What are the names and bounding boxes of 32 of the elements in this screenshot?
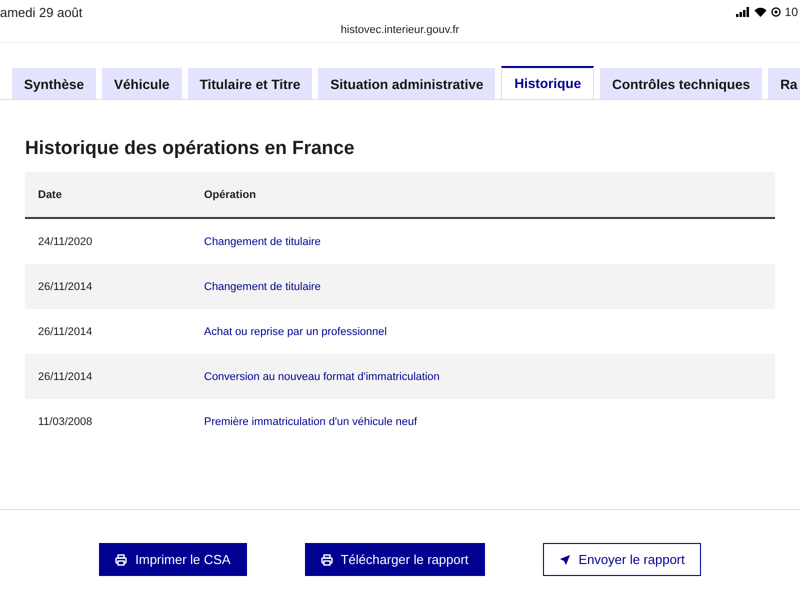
tab[interactable]: Titulaire et Titre [188, 68, 312, 99]
date-cell: 26/11/2014 [25, 354, 191, 399]
operation-cell: Changement de titulaire [191, 218, 775, 264]
send-button[interactable]: Envoyer le rapport [542, 543, 701, 576]
location-icon [770, 7, 781, 17]
operation-cell: Achat ou reprise par un professionnel [191, 309, 775, 354]
tab[interactable]: Synthèse [12, 68, 96, 99]
operation-cell: Changement de titulaire [191, 264, 775, 309]
section-title: Historique des opérations en France [25, 137, 356, 161]
url-text: histovec.interieur.gouv.fr [340, 24, 460, 36]
date-cell: 11/03/2008 [25, 399, 191, 444]
printer-icon [115, 554, 128, 566]
date-cell: 24/11/2020 [25, 218, 191, 264]
tab[interactable]: Contrôles techniques [600, 68, 762, 99]
tab[interactable]: Situation administrative [318, 68, 496, 99]
print-button[interactable]: Télécharger le rapport [304, 543, 485, 576]
operation-cell: Première immatriculation d'un véhicule neuf [191, 399, 775, 444]
column-header: Opération [191, 172, 775, 218]
wifi-icon [754, 7, 767, 17]
printer-icon [320, 554, 333, 566]
signal-icon [736, 7, 750, 17]
print-button[interactable]: Imprimer le CSA [99, 543, 247, 576]
operation-cell: Conversion au nouveau format d'immatriculation [191, 354, 775, 399]
send-icon [558, 554, 571, 566]
tab[interactable]: Historique [501, 66, 594, 99]
tab[interactable]: Véhicule [102, 68, 182, 99]
battery-text: 10 [784, 5, 798, 19]
column-header: Date [25, 172, 191, 218]
date-cell: 26/11/2014 [25, 264, 191, 309]
date-cell: 26/11/2014 [25, 309, 191, 354]
status-date: amedi 29 août [0, 5, 82, 20]
tab[interactable]: Ra [768, 68, 800, 99]
